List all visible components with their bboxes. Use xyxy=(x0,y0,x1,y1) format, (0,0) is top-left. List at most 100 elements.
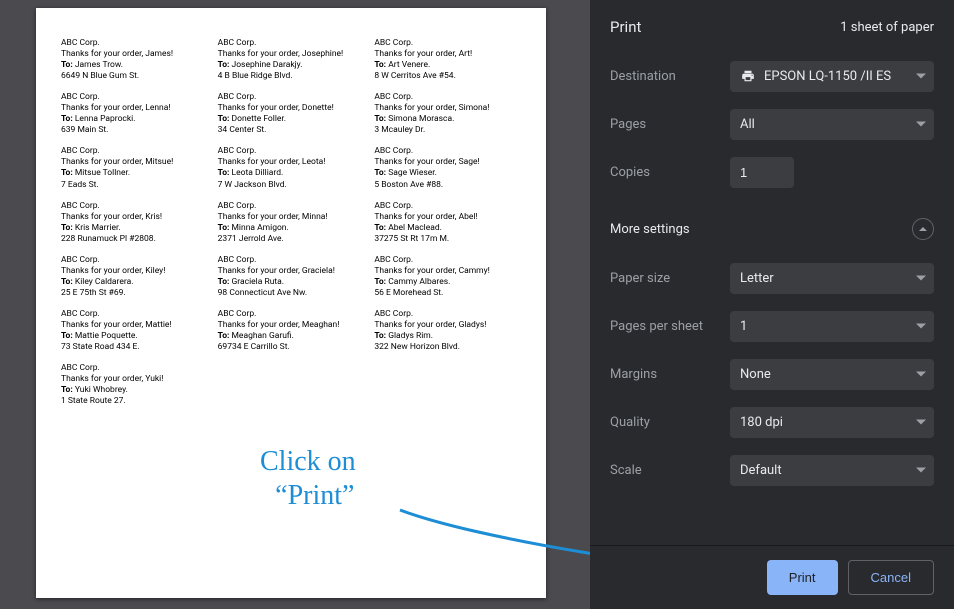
label-to-name: Sage Wieser. xyxy=(388,168,437,178)
label-to-prefix: To: xyxy=(374,60,388,70)
label-thanks: Thanks for your order, Mitsue! xyxy=(61,157,208,168)
address-label: ABC Corp.Thanks for your order, Donette!… xyxy=(218,92,365,136)
label-thanks: Thanks for your order, James! xyxy=(61,49,208,60)
label-to-line: To: Mitsue Tollner. xyxy=(61,168,208,179)
scale-value: Default xyxy=(740,463,782,478)
chevron-up-icon xyxy=(919,227,927,231)
label-to-prefix: To: xyxy=(218,277,232,287)
row-quality: Quality 180 dpi xyxy=(590,398,954,446)
label-to-line: To: Donette Foller. xyxy=(218,114,365,125)
caret-down-icon xyxy=(916,372,926,377)
label-thanks: Thanks for your order, Mattie! xyxy=(61,320,208,331)
label-address: 228 Runamuck Pl #2808. xyxy=(61,234,208,245)
pages-label: Pages xyxy=(610,117,730,132)
label-address: 98 Connecticut Ave Nw. xyxy=(218,288,365,299)
label-corp: ABC Corp. xyxy=(374,92,521,103)
label-to-prefix: To: xyxy=(218,114,232,124)
label-corp: ABC Corp. xyxy=(218,309,365,320)
address-label: ABC Corp.Thanks for your order, Cammy!To… xyxy=(374,255,521,299)
label-to-line: To: Abel Maclead. xyxy=(374,223,521,234)
paper-size-select[interactable]: Letter xyxy=(730,263,934,294)
pps-select[interactable]: 1 xyxy=(730,311,934,342)
label-thanks: Thanks for your order, Gladys! xyxy=(374,320,521,331)
label-to-name: Leota Dilliard. xyxy=(232,168,284,178)
label-thanks: Thanks for your order, Simona! xyxy=(374,103,521,114)
label-to-name: Abel Maclead. xyxy=(388,223,442,233)
label-address: 639 Main St. xyxy=(61,125,208,136)
panel-header: Print 1 sheet of paper xyxy=(590,0,954,52)
collapse-more-button[interactable] xyxy=(912,218,934,240)
more-settings-label: More settings xyxy=(610,222,690,237)
label-corp: ABC Corp. xyxy=(61,309,208,320)
label-to-line: To: Yuki Whobrey. xyxy=(61,385,208,396)
margins-label: Margins xyxy=(610,367,730,382)
scale-select[interactable]: Default xyxy=(730,455,934,486)
label-to-line: To: Meaghan Garufi. xyxy=(218,331,365,342)
label-to-name: Graciela Ruta. xyxy=(232,277,285,287)
pages-select[interactable]: All xyxy=(730,109,934,140)
address-label: ABC Corp.Thanks for your order, Kiley!To… xyxy=(61,255,208,299)
label-address: 73 State Road 434 E. xyxy=(61,342,208,353)
row-margins: Margins None xyxy=(590,350,954,398)
label-address: 37275 St Rt 17m M. xyxy=(374,234,521,245)
label-address: 7 Eads St. xyxy=(61,180,208,191)
caret-down-icon xyxy=(916,276,926,281)
label-to-prefix: To: xyxy=(218,331,232,341)
row-destination: Destination EPSON LQ-1150 /II ES xyxy=(590,52,954,100)
label-to-prefix: To: xyxy=(218,168,232,178)
address-label: ABC Corp.Thanks for your order, Lenna!To… xyxy=(61,92,208,136)
labels-grid: ABC Corp. Thanks for your order, James! To… xyxy=(61,38,521,407)
label-to-line: To: Mattie Poquette. xyxy=(61,331,208,342)
address-label: ABC Corp.Thanks for your order, Sage!To:… xyxy=(374,146,521,190)
label-to-prefix: To: xyxy=(374,114,388,124)
quality-select[interactable]: 180 dpi xyxy=(730,407,934,438)
label-to-name: Kris Marrier. xyxy=(75,223,121,233)
label-to-line: To: Kiley Caldarera. xyxy=(61,277,208,288)
label-corp: ABC Corp. xyxy=(374,255,521,266)
pps-value: 1 xyxy=(740,319,747,334)
panel-scroll[interactable]: Print 1 sheet of paper Destination EPSON… xyxy=(590,0,954,545)
label-to-prefix: To: xyxy=(61,277,75,287)
panel-title: Print xyxy=(610,18,641,36)
address-label: ABC Corp.Thanks for your order, Leota!To… xyxy=(218,146,365,190)
label-address: 56 E Morehead St. xyxy=(374,288,521,299)
address-label: ABC Corp.Thanks for your order, Kris!To:… xyxy=(61,201,208,245)
label-to-prefix: To: xyxy=(218,60,232,70)
caret-down-icon xyxy=(916,74,926,79)
label-to-prefix: To: xyxy=(61,223,75,233)
label-corp: ABC Corp. xyxy=(218,92,365,103)
row-copies: Copies xyxy=(590,148,954,196)
row-more-settings[interactable]: More settings xyxy=(590,196,954,254)
label-address: 322 New Horizon Blvd. xyxy=(374,342,521,353)
label-thanks: Thanks for your order, Graciela! xyxy=(218,266,365,277)
row-pages-per-sheet: Pages per sheet 1 xyxy=(590,302,954,350)
destination-label: Destination xyxy=(610,69,730,84)
label-corp: ABC Corp. xyxy=(61,92,208,103)
cancel-button[interactable]: Cancel xyxy=(848,560,934,595)
label-corp: ABC Corp. xyxy=(61,201,208,212)
label-to-line: To: Minna Amigon. xyxy=(218,223,365,234)
pages-value: All xyxy=(740,117,755,132)
label-to-line: To: Sage Wieser. xyxy=(374,168,521,179)
label-to-name: Lenna Paprocki. xyxy=(75,114,136,124)
address-label: ABC Corp.Thanks for your order, Minna!To… xyxy=(218,201,365,245)
address-label: ABC Corp.Thanks for your order, Abel!To:… xyxy=(374,201,521,245)
label-address: 1 State Route 27. xyxy=(61,396,208,407)
margins-select[interactable]: None xyxy=(730,359,934,390)
label-to-name: Gladys Rim. xyxy=(388,331,433,341)
copies-input[interactable] xyxy=(730,157,794,188)
sheet-count: 1 sheet of paper xyxy=(840,20,934,35)
print-button[interactable]: Print xyxy=(767,560,838,595)
label-to-line: To: Lenna Paprocki. xyxy=(61,114,208,125)
destination-select[interactable]: EPSON LQ-1150 /II ES xyxy=(730,61,934,92)
label-thanks: Thanks for your order, Josephine! xyxy=(218,49,365,60)
label-to-name: Cammy Albares. xyxy=(388,277,450,287)
copies-label: Copies xyxy=(610,165,730,180)
label-corp: ABC Corp. xyxy=(374,309,521,320)
label-address: 6649 N Blue Gum St. xyxy=(61,71,208,82)
label-corp: ABC Corp. xyxy=(61,363,208,374)
paper-size-label: Paper size xyxy=(610,271,730,286)
scale-label: Scale xyxy=(610,463,730,478)
address-label: ABC Corp.Thanks for your order, Mattie!T… xyxy=(61,309,208,353)
printer-icon xyxy=(740,69,756,83)
